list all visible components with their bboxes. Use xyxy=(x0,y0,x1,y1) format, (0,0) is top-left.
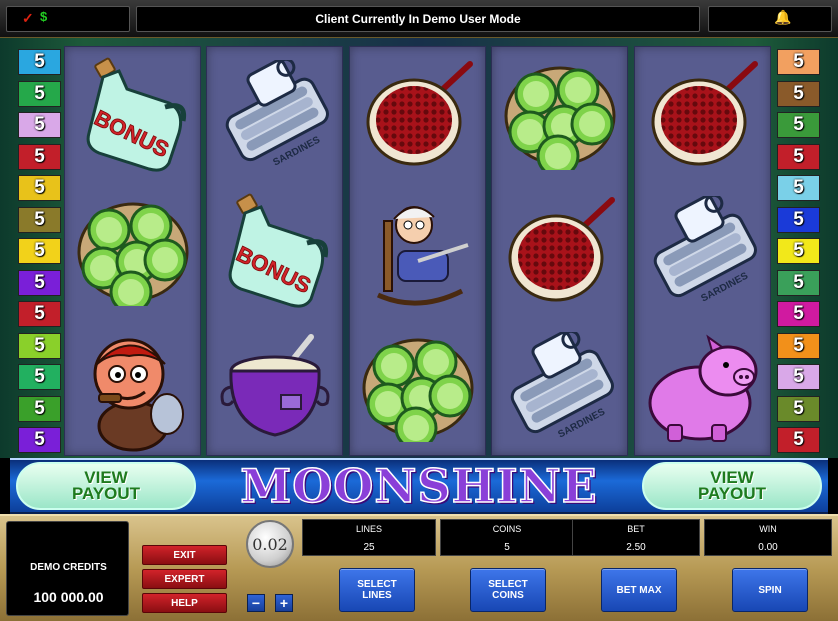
game-title: MOONSHINE xyxy=(240,458,598,514)
bet-label: BET xyxy=(627,524,645,534)
bonus-jug-symbol: BONUS xyxy=(206,186,343,316)
win-display: WIN 0.00 xyxy=(704,519,832,556)
spin-button[interactable]: SPIN xyxy=(732,568,808,612)
granny-rocking-chair-symbol xyxy=(349,186,486,316)
red-beans-pan-symbol xyxy=(491,186,628,316)
sliced-cucumbers-symbol xyxy=(64,186,201,316)
help-button[interactable]: HELP xyxy=(142,593,227,613)
select-lines-button[interactable]: SELECT LINES xyxy=(339,568,415,612)
hillbilly-symbol xyxy=(64,322,201,452)
credits-label: DEMO CREDITS xyxy=(30,562,107,573)
sardines-can-symbol: SARDINES xyxy=(206,50,343,180)
sliced-cucumbers-symbol xyxy=(349,322,486,452)
red-beans-pan-symbol xyxy=(634,50,771,180)
lines-display: LINES 25 xyxy=(302,519,436,556)
pink-hog-symbol xyxy=(634,322,771,452)
bet-value: 2.50 xyxy=(626,542,646,553)
reel-symbols: BONUS SARDINES BONUS SARDINES SARDINES xyxy=(0,0,838,458)
bet-display: BET 2.50 xyxy=(572,519,700,556)
coin-size-chip: 0.02 xyxy=(246,520,294,568)
sliced-cucumbers-symbol xyxy=(491,50,628,180)
win-value: 0.00 xyxy=(758,542,778,553)
red-beans-pan-symbol xyxy=(349,50,486,180)
lines-label: LINES xyxy=(355,524,382,534)
credits-display: DEMO CREDITS 100 000.00 xyxy=(6,521,129,616)
credits-value: 100 000.00 xyxy=(33,589,104,605)
select-coins-button[interactable]: SELECT COINS xyxy=(470,568,546,612)
coins-display: COINS 5 xyxy=(440,519,574,556)
view-payout-button-right[interactable]: VIEW PAYOUT xyxy=(642,462,822,510)
lines-value: 25 xyxy=(363,542,375,553)
exit-button[interactable]: EXIT xyxy=(142,545,227,565)
expert-button[interactable]: EXPERT xyxy=(142,569,227,589)
bet-max-button[interactable]: BET MAX xyxy=(601,568,677,612)
cooking-pot-symbol xyxy=(206,322,343,452)
view-payout-button-left[interactable]: VIEW PAYOUT xyxy=(16,462,196,510)
win-label: WIN xyxy=(759,524,777,534)
sardines-can-symbol: SARDINES xyxy=(491,322,628,452)
bonus-jug-symbol: BONUS xyxy=(64,50,201,180)
coins-value: 5 xyxy=(504,542,510,553)
coin-decrease-button[interactable]: − xyxy=(247,594,265,612)
coins-label: COINS xyxy=(492,524,522,534)
sardines-can-symbol: SARDINES xyxy=(634,186,771,316)
coin-increase-button[interactable]: + xyxy=(275,594,293,612)
